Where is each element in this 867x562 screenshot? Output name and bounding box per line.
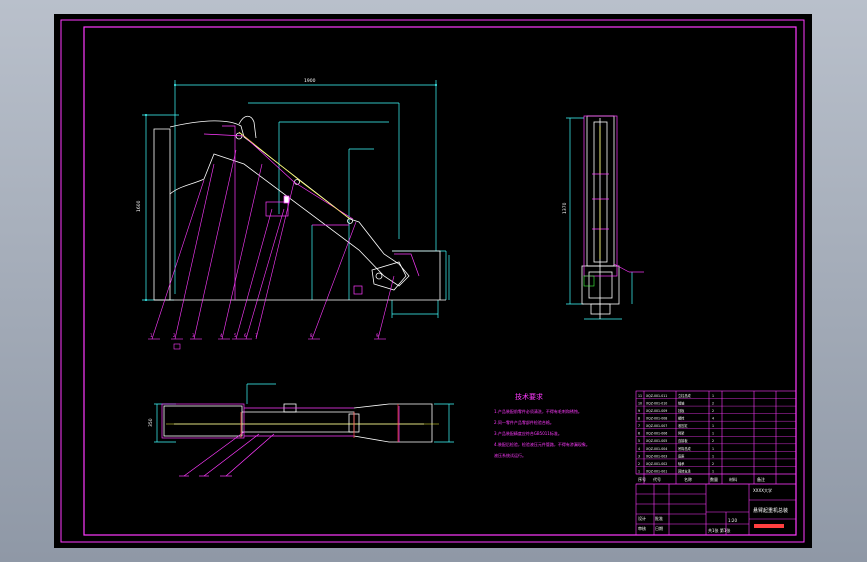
outer-border <box>60 19 805 543</box>
parts-cell-code: XQZ-001-005 <box>646 439 667 443</box>
tb-designer: 设计 <box>638 515 646 521</box>
parts-cell-qty: 1 <box>712 447 714 451</box>
tech-note-1: 1.产品装配前零件必须清洗，不得有毛刺和锈蚀。 <box>494 408 582 414</box>
tech-note-2: 2.同一零件产品零部件检验合格。 <box>494 419 554 425</box>
parts-cell-no: 4 <box>638 447 640 451</box>
tech-note-4: 4.装配后检验，检验液压元件管路，不得有渗漏现象。 <box>494 441 590 447</box>
tb-red-stamp <box>754 524 784 528</box>
parts-cell-code: XQZ-001-006 <box>646 432 667 436</box>
parts-cell-name: 螺栓 <box>678 416 685 421</box>
tb-approve: 批准 <box>655 515 663 521</box>
parts-cell-no: 2 <box>638 462 640 466</box>
parts-cell-code: XQZ-001-004 <box>646 447 667 451</box>
tb-date: 日期 <box>655 525 663 531</box>
dim-overall-height: 1600 <box>136 200 142 212</box>
dim-arrows <box>145 84 437 301</box>
side-view: 1370 <box>562 115 644 320</box>
hdr-material: 材料 <box>729 476 737 482</box>
hdr-qty: 数量 <box>710 476 718 482</box>
parts-cell-no: 11 <box>638 394 642 398</box>
parts-cell-qty: 1 <box>712 454 714 458</box>
parts-cell-no: 10 <box>638 401 642 405</box>
tech-notes: 技术要求 1.产品装配前零件必须清洗，不得有毛刺和锈蚀。 2.同一零件产品零部件… <box>494 392 590 458</box>
parts-cell-qty: 4 <box>712 417 714 421</box>
parts-cell-qty: 2 <box>712 401 714 405</box>
parts-cell-name: 吊钩总成 <box>678 446 692 451</box>
parts-cell-qty: 1 <box>712 394 714 398</box>
parts-cell-no: 6 <box>638 432 640 436</box>
parts-cell-code: XQZ-001-010 <box>646 401 667 405</box>
parts-cell-qty: 2 <box>712 409 714 413</box>
parts-cell-name: 轴承 <box>678 461 685 466</box>
parts-cell-qty: 1 <box>712 424 714 428</box>
parts-cell-no: 9 <box>638 409 640 413</box>
top-view: 350 <box>148 383 454 477</box>
dim-side-height: 1370 <box>562 202 568 214</box>
tech-note-5: 液压系统试运行。 <box>494 452 526 458</box>
tb-sheet: 共1张 第1张 <box>708 527 730 533</box>
tb-checker: 审核 <box>638 525 646 531</box>
hdr-name: 名称 <box>684 476 692 482</box>
parts-cell-name: 立柱总成 <box>678 393 692 398</box>
dim-overall-width: 1900 <box>304 78 316 84</box>
parts-cell-no: 7 <box>638 424 640 428</box>
parts-cell-qty: 2 <box>712 439 714 443</box>
hdr-no: 序号 <box>638 476 646 482</box>
parts-cell-name: 连接板 <box>678 438 688 443</box>
hdr-code: 代号 <box>653 476 661 482</box>
parts-cell-name: 回转支承 <box>678 468 692 473</box>
tb-drawing-title: 悬臂起重机总装 <box>753 507 788 514</box>
parts-cell-no: 8 <box>638 417 640 421</box>
title-block: 11 XQZ-001-011 立柱总成 110 XQZ-001-010 销轴 29 XQZ-0… <box>635 390 797 536</box>
parts-cell-no: 3 <box>638 454 640 458</box>
parts-cell-name: 销轴 <box>678 400 684 405</box>
parts-cell-name: 底座 <box>678 453 685 458</box>
parts-cell-name: 臂架 <box>678 431 685 436</box>
parts-cell-qty: 1 <box>712 469 714 473</box>
parts-cell-name: 挡板 <box>678 408 685 413</box>
parts-cell-name: 液压缸 <box>678 423 688 428</box>
tech-note-3: 3.产品装配精度应符合GB5011标准。 <box>494 430 562 436</box>
hdr-remark: 备注 <box>757 476 765 482</box>
cad-drawing: 1900 1600 1 2 3 4 5 6 7 8 9 1370 350 技术要… <box>60 19 805 543</box>
parts-cell-code: XQZ-001-003 <box>646 454 667 458</box>
parts-cell-qty: 1 <box>712 432 714 436</box>
parts-cell-code: XQZ-001-008 <box>646 417 667 421</box>
front-view: 1900 1600 1 2 3 4 5 6 7 8 9 <box>136 78 450 350</box>
parts-cell-code: XQZ-001-009 <box>646 409 667 413</box>
parts-cell-code: XQZ-001-001 <box>646 469 667 473</box>
parts-cell-code: XQZ-001-007 <box>646 424 667 428</box>
balloon-labels: 1 2 3 4 5 6 7 8 9 <box>150 333 379 338</box>
parts-cell-qty: 2 <box>712 462 714 466</box>
parts-cell-code: XQZ-001-002 <box>646 462 667 466</box>
dim-top-height: 350 <box>148 418 154 427</box>
parts-cell-code: XQZ-001-011 <box>646 394 667 398</box>
drawing-sheet: 1900 1600 1 2 3 4 5 6 7 8 9 1370 350 技术要… <box>54 14 812 548</box>
tech-notes-title: 技术要求 <box>515 392 543 401</box>
tb-company: XXXX大学 <box>753 487 772 493</box>
tb-scale: 1:20 <box>728 518 737 523</box>
parts-cell-no: 1 <box>638 469 640 473</box>
parts-cell-no: 5 <box>638 439 640 443</box>
